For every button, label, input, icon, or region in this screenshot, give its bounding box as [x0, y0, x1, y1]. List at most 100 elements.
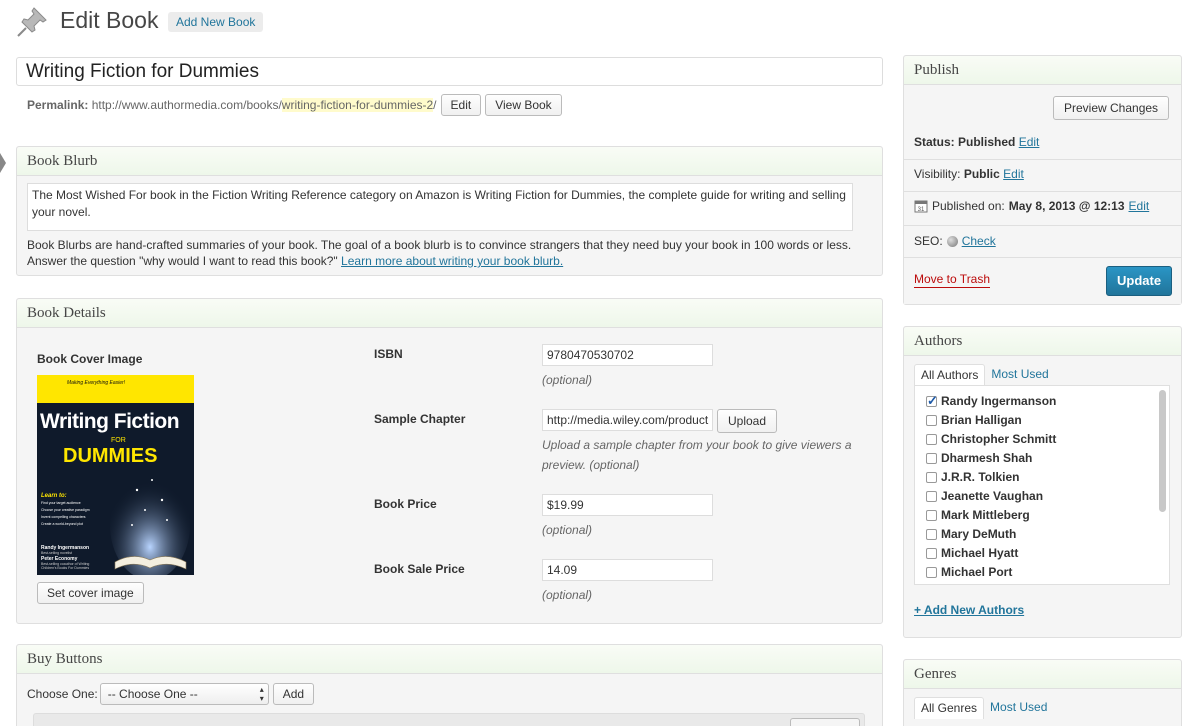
author-name: Michael Port	[941, 565, 1013, 579]
cover-bullet-4: Create a world-beyond plot	[41, 522, 84, 526]
cover-bullet-1: Find your target audience	[41, 501, 81, 505]
blurb-help: Book Blurbs are hand-crafted summaries o…	[27, 237, 887, 269]
sample-chapter-help: Upload a sample chapter from your book t…	[542, 438, 852, 472]
tab-all-authors[interactable]: All Authors	[914, 364, 986, 386]
buy-buttons-box: Buy Buttons Choose One: -- Choose One --…	[16, 644, 883, 726]
seo-check-link[interactable]: Check	[962, 234, 996, 248]
cover-top-line: Making Everything Easier!	[67, 380, 126, 386]
author-checkbox-item[interactable]: Michael Port	[926, 565, 1012, 579]
checkbox[interactable]	[926, 490, 937, 502]
blurb-textarea[interactable]: The Most Wished For book in the Fiction …	[27, 183, 853, 231]
author-checkbox-item[interactable]: Randy Ingermanson	[926, 393, 1057, 409]
tab-most-used-authors[interactable]: Most Used	[985, 364, 1054, 386]
author-name: Michael Hyatt	[941, 546, 1019, 560]
author-name: Mary DeMuth	[941, 527, 1017, 541]
author-checkbox-item[interactable]: Dharmesh Shah	[926, 451, 1032, 465]
isbn-help: (optional)	[542, 373, 593, 387]
visibility-edit-link[interactable]: Edit	[1003, 167, 1024, 181]
checkbox[interactable]	[926, 433, 937, 445]
author-checkbox-item[interactable]: Christopher Schmitt	[926, 432, 1056, 446]
add-new-authors-link[interactable]: + Add New Authors	[914, 603, 1024, 617]
cover-label: Book Cover Image	[37, 352, 143, 366]
author-checkbox-item[interactable]: J.R.R. Tolkien	[926, 470, 1019, 484]
seo-row: SEO: Check	[914, 234, 996, 248]
pushpin-icon	[17, 7, 47, 37]
remove-buy-button[interactable]	[790, 718, 860, 726]
authors-tabs: All Authors Most Used	[914, 364, 1055, 386]
update-button[interactable]: Update	[1106, 266, 1172, 296]
published-edit-link[interactable]: Edit	[1129, 199, 1150, 213]
cover-author-2-sub: Best-selling coauthor of Writing Childre…	[41, 562, 90, 570]
author-name: Jeanette Vaughan	[941, 489, 1044, 503]
checkbox[interactable]	[926, 471, 937, 483]
author-checkbox-item[interactable]: Jeanette Vaughan	[926, 489, 1043, 503]
author-checkbox-item[interactable]: Michael Hyatt	[926, 546, 1018, 560]
permalink-row: Permalink: http://www.authormedia.com/bo…	[27, 94, 562, 116]
genres-heading[interactable]: Genres	[904, 660, 1181, 689]
publish-box: Publish Preview Changes Status: Publishe…	[903, 55, 1182, 305]
cover-learn-to: Learn to:	[41, 493, 67, 499]
book-price-label: Book Price	[374, 497, 437, 511]
edit-permalink-button[interactable]: Edit	[440, 94, 482, 116]
book-blurb-heading[interactable]: Book Blurb	[17, 147, 882, 176]
authors-box: Authors All Authors Most Used Randy Inge…	[903, 326, 1182, 638]
checkbox[interactable]	[926, 509, 937, 521]
genres-box: Genres All Genres Most Used	[903, 659, 1182, 726]
author-name: Randy Ingermanson	[941, 394, 1057, 408]
move-to-trash-link[interactable]: Move to Trash	[914, 272, 991, 288]
checkbox[interactable]	[926, 528, 937, 540]
author-checkbox-item[interactable]: Mary DeMuth	[926, 527, 1016, 541]
page-title: Edit Book	[60, 7, 159, 33]
permalink-base: http://www.authormedia.com/books/	[91, 98, 282, 112]
checkbox[interactable]	[926, 452, 937, 464]
status-edit-link[interactable]: Edit	[1019, 135, 1040, 149]
book-sale-price-input[interactable]: 14.09	[542, 559, 713, 581]
book-details-heading[interactable]: Book Details	[17, 299, 882, 328]
choose-row: Choose One: -- Choose One -- Add	[27, 683, 315, 705]
cover-title-line1: Writing Fiction	[40, 410, 180, 433]
buy-buttons-heading[interactable]: Buy Buttons	[17, 645, 882, 674]
set-cover-image-button[interactable]: Set cover image	[37, 582, 144, 604]
author-name: Christopher Schmitt	[941, 432, 1057, 446]
buy-button-select[interactable]: -- Choose One --	[99, 683, 269, 705]
author-checkbox-item[interactable]: Mark Mittleberg	[926, 508, 1030, 522]
checkbox[interactable]	[926, 414, 937, 426]
checkbox[interactable]	[926, 566, 937, 578]
authors-checklist: Randy Ingermanson Brian Halligan Christoph…	[914, 385, 1170, 585]
checkbox[interactable]	[926, 393, 938, 409]
isbn-input[interactable]: 9780470530702	[542, 344, 713, 366]
cover-bullet-3: Invent compelling characters	[41, 515, 86, 519]
permalink-slug[interactable]: writing-fiction-for-dummies-2	[281, 98, 434, 112]
tab-all-genres[interactable]: All Genres	[914, 697, 985, 719]
add-buy-button[interactable]: Add	[272, 683, 315, 705]
seo-status-dot-icon	[946, 235, 958, 247]
author-checkbox-item[interactable]: Brian Halligan	[926, 413, 1022, 427]
collapse-arrow-icon[interactable]	[0, 153, 6, 173]
status-row: Status: Published Edit	[914, 135, 1039, 149]
book-blurb-box: Book Blurb The Most Wished For book in t…	[16, 146, 883, 276]
preview-changes-button[interactable]: Preview Changes	[1053, 96, 1170, 120]
sample-chapter-input[interactable]: http://media.wiley.com/product	[542, 409, 713, 431]
author-name: Brian Halligan	[941, 413, 1022, 427]
title-input[interactable]: Writing Fiction for Dummies	[16, 57, 883, 86]
book-price-input[interactable]: $19.99	[542, 494, 713, 516]
visibility-label: Visibility:	[914, 167, 961, 181]
permalink-trail: /	[433, 98, 437, 112]
authors-heading[interactable]: Authors	[904, 327, 1181, 356]
add-new-book-button[interactable]: Add New Book	[168, 12, 264, 32]
view-book-button[interactable]: View Book	[485, 94, 562, 116]
buy-button-item	[33, 713, 865, 726]
book-sale-price-help: (optional)	[542, 588, 593, 602]
blurb-learn-more-link[interactable]: Learn more about writing your book blurb…	[341, 254, 563, 268]
published-label: Published on:	[932, 199, 1005, 213]
book-price-help: (optional)	[542, 523, 593, 537]
authors-scrollbar[interactable]	[1159, 390, 1166, 512]
visibility-row: Visibility: Public Edit	[914, 167, 1024, 181]
publish-heading[interactable]: Publish	[904, 56, 1181, 85]
checkbox[interactable]	[926, 547, 937, 559]
choose-one-label: Choose One:	[27, 687, 98, 701]
isbn-label: ISBN	[374, 347, 403, 361]
svg-text:31: 31	[918, 207, 925, 213]
tab-most-used-genres[interactable]: Most Used	[984, 697, 1053, 719]
upload-button[interactable]: Upload	[717, 409, 778, 433]
